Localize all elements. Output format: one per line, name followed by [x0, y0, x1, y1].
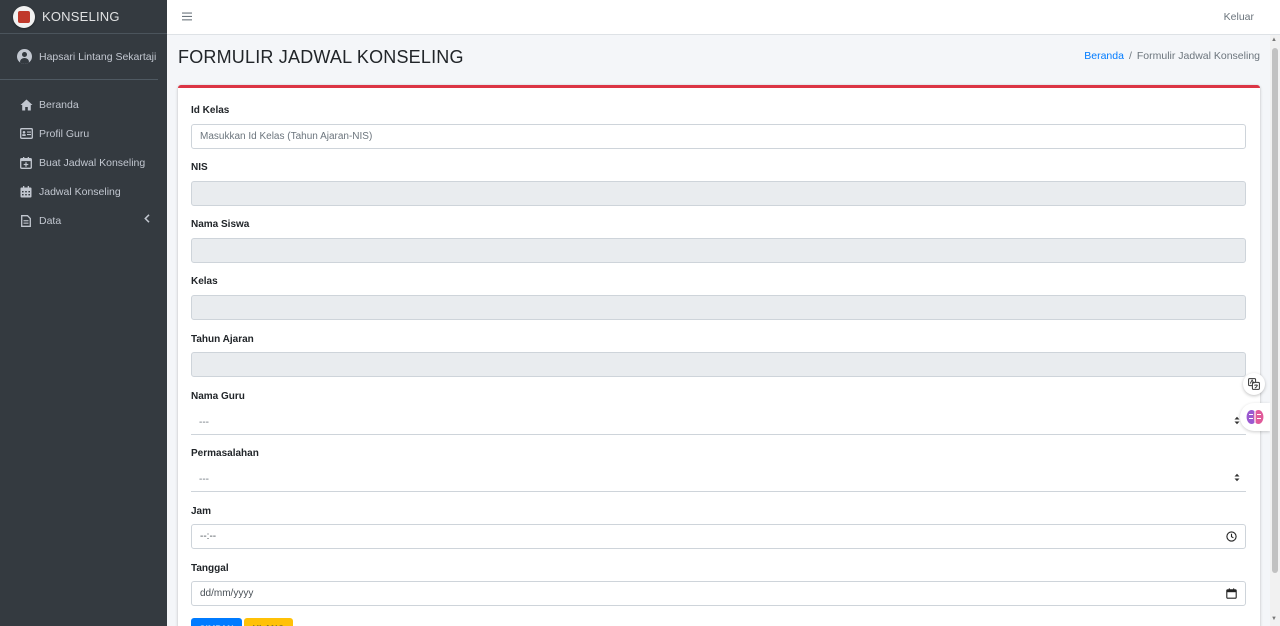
brand-name: KONSELING	[42, 9, 120, 24]
scroll-up-icon[interactable]: ▲	[1271, 37, 1277, 43]
sidebar-item-label: Profil Guru	[39, 127, 90, 140]
sidebar-item-profil-guru[interactable]: Profil Guru	[0, 119, 167, 148]
nama-siswa-label: Nama Siswa	[191, 219, 250, 230]
nis-label: NIS	[191, 162, 208, 173]
reset-button[interactable]: ULANG	[244, 618, 293, 626]
home-icon	[19, 98, 33, 112]
sidebar-item-label: Jadwal Konseling	[39, 185, 121, 198]
calendar-icon	[19, 185, 33, 199]
user-circle-icon	[17, 49, 32, 64]
sidebar: KONSELING Hapsari Lintang Sekartaji Bera…	[0, 0, 167, 626]
user-name: Hapsari Lintang Sekartaji	[39, 50, 157, 63]
breadcrumb-current: Formulir Jadwal Konseling	[1136, 50, 1260, 62]
jam-label: Jam	[191, 506, 212, 517]
nama-guru-select[interactable]: ---	[191, 410, 1246, 435]
logout-link[interactable]: Keluar	[1224, 11, 1254, 23]
sidebar-item-label: Data	[39, 214, 62, 227]
permasalahan-label: Permasalahan	[191, 448, 259, 459]
scroll-down-icon[interactable]: ▼	[1271, 616, 1277, 622]
id-kelas-input[interactable]: Masukkan Id Kelas (Tahun Ajaran-NIS)	[191, 124, 1246, 149]
submit-button[interactable]: SIMPAN	[191, 618, 242, 626]
tahun-ajaran-label: Tahun Ajaran	[191, 334, 254, 345]
id-kelas-placeholder: Masukkan Id Kelas (Tahun Ajaran-NIS)	[200, 131, 373, 142]
kelas-label: Kelas	[191, 276, 218, 287]
calendar-picker-icon[interactable]	[1226, 588, 1237, 602]
nis-input	[191, 181, 1246, 206]
select-arrows-icon	[1234, 473, 1240, 483]
page-title: FORMULIR JADWAL KONSELING	[178, 47, 464, 67]
sidebar-item-label: Buat Jadwal Konseling	[39, 156, 146, 169]
permasalahan-value: ---	[199, 473, 209, 485]
calendar-plus-icon	[19, 156, 33, 170]
scrollbar-thumb[interactable]	[1272, 48, 1278, 573]
tanggal-value: dd/mm/yyyy	[200, 588, 254, 599]
sidebar-item-label: Beranda	[39, 98, 79, 111]
permasalahan-select[interactable]: ---	[191, 467, 1246, 492]
sidebar-item-data[interactable]: Data	[0, 206, 167, 235]
breadcrumb-separator: /	[1128, 50, 1132, 62]
jam-value: --:--	[200, 531, 217, 542]
hamburger-icon[interactable]	[182, 10, 192, 24]
tanggal-input[interactable]: dd/mm/yyyy	[191, 581, 1246, 606]
nama-siswa-input	[191, 238, 1246, 263]
tanggal-label: Tanggal	[191, 563, 229, 574]
file-icon	[19, 214, 33, 228]
translate-icon[interactable]	[1243, 373, 1265, 395]
nama-guru-value: ---	[199, 416, 209, 428]
form-card: Id Kelas Masukkan Id Kelas (Tahun Ajaran…	[178, 85, 1260, 626]
user-panel[interactable]: Hapsari Lintang Sekartaji	[0, 34, 158, 80]
id-card-icon	[19, 127, 33, 141]
sidebar-nav: Beranda Profil Guru Buat Jadwal Konselin…	[0, 80, 167, 235]
clock-icon[interactable]	[1226, 531, 1237, 545]
sidebar-item-buat-jadwal[interactable]: Buat Jadwal Konseling	[0, 148, 167, 177]
sidebar-item-beranda[interactable]: Beranda	[0, 90, 167, 119]
top-navbar: Keluar	[167, 0, 1280, 35]
brand-link[interactable]: KONSELING	[0, 0, 167, 34]
chevron-left-icon	[144, 214, 150, 226]
breadcrumb-home-link[interactable]: Beranda	[1084, 50, 1124, 62]
tahun-ajaran-input	[191, 352, 1246, 377]
sidebar-item-jadwal-konseling[interactable]: Jadwal Konseling	[0, 177, 167, 206]
brand-logo-icon	[13, 5, 35, 28]
nama-guru-label: Nama Guru	[191, 391, 245, 402]
brain-assistant-icon[interactable]	[1240, 403, 1270, 431]
kelas-input	[191, 295, 1246, 320]
jam-input[interactable]: --:--	[191, 524, 1246, 549]
id-kelas-label: Id Kelas	[191, 105, 230, 116]
breadcrumb: Beranda / Formulir Jadwal Konseling	[1084, 50, 1260, 62]
